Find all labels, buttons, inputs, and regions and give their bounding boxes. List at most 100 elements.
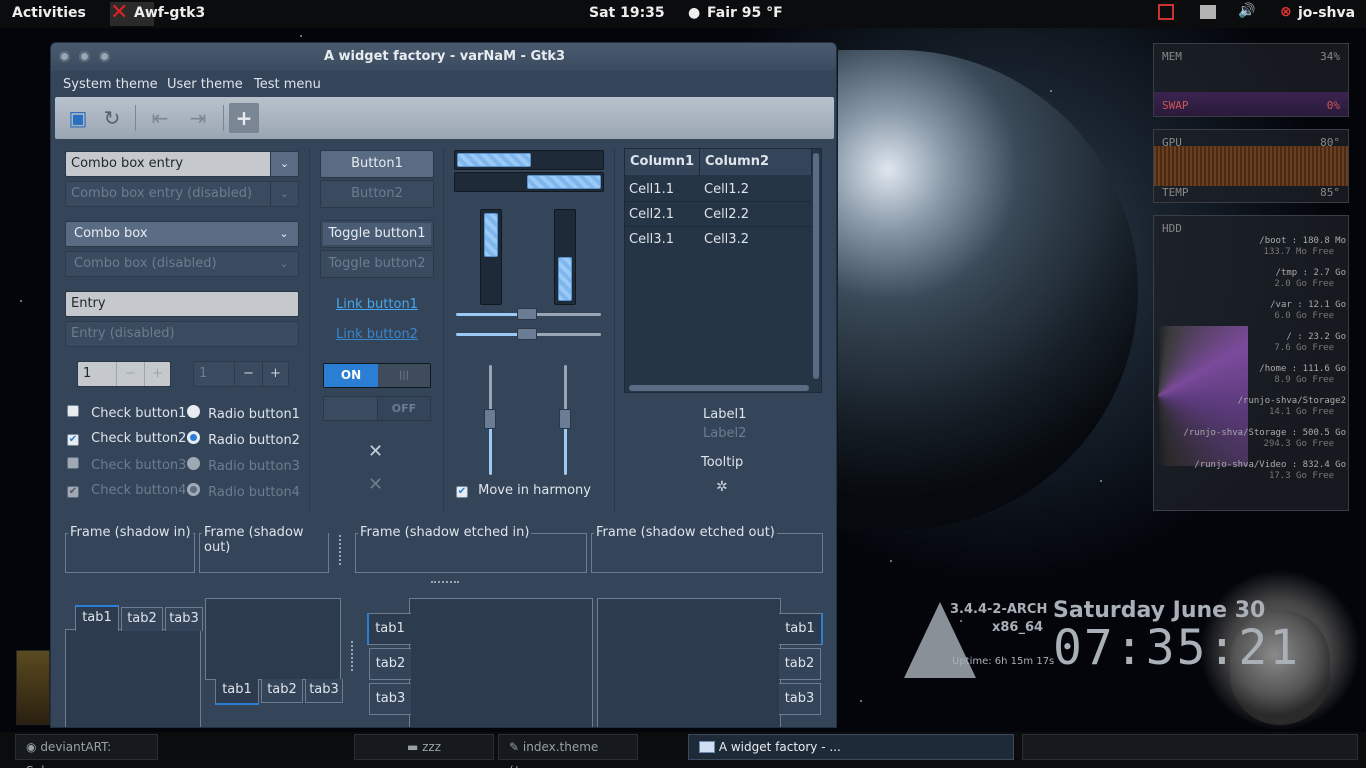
notebook-bottom-pane <box>205 598 341 680</box>
hdd-path: /home : 111.6 Go <box>1259 364 1346 374</box>
frame-shadow-etched-out: Frame (shadow etched out) <box>591 525 823 573</box>
checkbox-checked[interactable]: ✔ <box>67 434 79 446</box>
task-deviantart[interactable]: ◉ deviantART: Subm... <box>15 734 158 768</box>
toggle-button-1[interactable]: Toggle button1 <box>320 220 434 248</box>
tab-1-left[interactable]: tab1 <box>367 613 411 645</box>
volume-icon[interactable]: 🔊 <box>1238 3 1255 19</box>
radio-button-2[interactable]: Radio button2 <box>187 431 300 448</box>
switch-on[interactable]: ON ||| <box>323 363 431 388</box>
radio[interactable] <box>187 405 200 418</box>
chevron-down-icon: ⌄ <box>279 257 289 270</box>
hdd-path: /boot : 180.8 Mo <box>1259 236 1346 246</box>
vertical-scrollbar[interactable] <box>813 153 819 379</box>
combo-box-entry-disabled: Combo box entry (disabled) ⌄ <box>65 181 299 207</box>
save-icon[interactable]: ▣ <box>63 103 93 133</box>
hdd-free: 133.7 Mo Free <box>1263 247 1334 257</box>
button-1[interactable]: Button1 <box>320 150 434 178</box>
checkbox-checked[interactable]: ✔ <box>456 486 468 498</box>
link-button-1[interactable]: Link button1 <box>320 297 434 312</box>
tab-3-right[interactable]: tab3 <box>779 683 821 715</box>
screen-icon[interactable] <box>1158 4 1174 20</box>
tree-view[interactable]: Column1 Column2 Cell1.1 Cell1.2 Cell2.1 … <box>624 148 822 393</box>
pane-handle[interactable] <box>339 535 343 565</box>
spin-button[interactable]: 1 − + <box>77 361 171 387</box>
switch-handle[interactable]: ||| <box>378 364 430 387</box>
check-button-1[interactable]: Check button1 <box>67 405 186 421</box>
hdd-path: /runjo-shva/Video : 832.4 Go <box>1194 460 1346 470</box>
tree-column-2-header[interactable]: Column2 <box>700 149 812 175</box>
chevron-down-icon[interactable]: ⌄ <box>270 152 298 176</box>
frame-shadow-in: Frame (shadow in) <box>65 525 195 573</box>
check-label: Check button1 <box>91 406 187 421</box>
frame-title: Frame (shadow out) <box>202 525 328 555</box>
tab-2-bottom[interactable]: tab2 <box>261 679 303 703</box>
back-icon[interactable]: ⇤ <box>145 103 175 133</box>
notebook-right-pane <box>597 598 781 727</box>
task-zzz[interactable]: ▬ zzz <box>354 734 494 760</box>
menu-system-theme[interactable]: System theme <box>63 77 158 92</box>
horizontal-scrollbar[interactable] <box>629 385 809 391</box>
label-2: Label2 <box>703 426 747 441</box>
checkbox-checked: ✔ <box>67 486 79 498</box>
vscale-2-knob[interactable] <box>559 409 571 429</box>
menu-user-theme[interactable]: User theme <box>167 77 243 92</box>
tab-3-bottom[interactable]: tab3 <box>305 679 343 703</box>
tab-2-left[interactable]: tab2 <box>369 648 411 680</box>
combo-box[interactable]: Combo box ⌄ <box>65 221 299 247</box>
app-menu-name[interactable]: Awf-gtk3 <box>134 5 205 21</box>
menu-test[interactable]: Test menu <box>254 77 321 92</box>
hdd-path: /tmp : 2.7 Go <box>1275 268 1346 278</box>
tree-cell: Cell2.2 <box>704 207 749 222</box>
check-button-2[interactable]: ✔ Check button2 <box>67 431 186 446</box>
gpu-graph <box>1154 146 1348 186</box>
tab-2-right[interactable]: tab2 <box>779 648 821 680</box>
tab-1-top[interactable]: tab1 <box>75 605 119 631</box>
combo-box-entry[interactable]: Combo box entry ⌄ <box>65 151 299 177</box>
weather-menu[interactable]: Fair 95 °F <box>707 5 783 21</box>
desktop-clock: 3.4.4-2-ARCH x86_64 Uptime: 6h 15m 17s S… <box>900 590 1330 720</box>
forward-icon[interactable]: ⇥ <box>183 103 213 133</box>
radio-selected[interactable] <box>187 431 200 444</box>
tab-2-top[interactable]: tab2 <box>121 607 163 631</box>
tab-1-bottom[interactable]: tab1 <box>215 679 259 705</box>
hscale-2-knob[interactable] <box>517 328 537 340</box>
radio-selected <box>187 483 200 496</box>
tab-3-left[interactable]: tab3 <box>369 683 411 715</box>
pane-handle[interactable] <box>431 581 459 585</box>
plus-icon[interactable]: + <box>144 362 170 386</box>
tab-3-top[interactable]: tab3 <box>165 607 203 631</box>
task-widget-factory[interactable]: A widget factory - ... <box>688 734 1014 760</box>
frame-title: Frame (shadow in) <box>68 525 193 540</box>
title-bar[interactable]: A widget factory - varNaM - Gtk3 <box>51 43 836 71</box>
tooltip-label[interactable]: Tooltip <box>701 455 743 470</box>
minus-icon[interactable]: − <box>116 362 144 386</box>
pane-handle[interactable] <box>351 641 355 671</box>
mem-label: MEM <box>1162 50 1182 63</box>
table-row[interactable]: Cell1.1 Cell1.2 <box>625 177 811 202</box>
table-row[interactable]: Cell2.1 Cell2.2 <box>625 202 811 227</box>
radio-label: Radio button4 <box>208 485 300 500</box>
network-icon[interactable] <box>1200 5 1216 19</box>
entry-field[interactable]: Entry <box>65 291 299 317</box>
chevron-down-icon: ⌄ <box>279 227 289 240</box>
radio-button-1[interactable]: Radio button1 <box>187 405 300 422</box>
column-separator <box>443 149 444 511</box>
task-index-theme[interactable]: ✎ index.theme (/usr... <box>498 734 638 768</box>
link-button-2[interactable]: Link button2 <box>320 327 434 342</box>
refresh-icon[interactable]: ↻ <box>97 103 127 133</box>
add-icon[interactable]: + <box>229 103 259 133</box>
toggle-button-2: Toggle button2 <box>320 250 434 278</box>
vscale-1-knob[interactable] <box>484 409 496 429</box>
close-icon[interactable]: ✕ <box>368 441 383 462</box>
clock-menu[interactable]: Sat 19:35 <box>589 5 665 21</box>
tab-1-right[interactable]: tab1 <box>779 613 823 645</box>
move-in-harmony-check[interactable]: ✔ Move in harmony <box>456 483 591 498</box>
tree-column-1-header[interactable]: Column1 <box>625 149 700 175</box>
table-row[interactable]: Cell3.1 Cell3.2 <box>625 227 811 252</box>
checkbox[interactable] <box>67 405 79 417</box>
plus-icon: + <box>262 362 288 386</box>
tree-cell: Cell2.1 <box>629 207 674 222</box>
activities-button[interactable]: Activities <box>12 5 86 21</box>
hscale-1-knob[interactable] <box>517 308 537 320</box>
user-menu[interactable]: jo-shva <box>1298 5 1355 21</box>
